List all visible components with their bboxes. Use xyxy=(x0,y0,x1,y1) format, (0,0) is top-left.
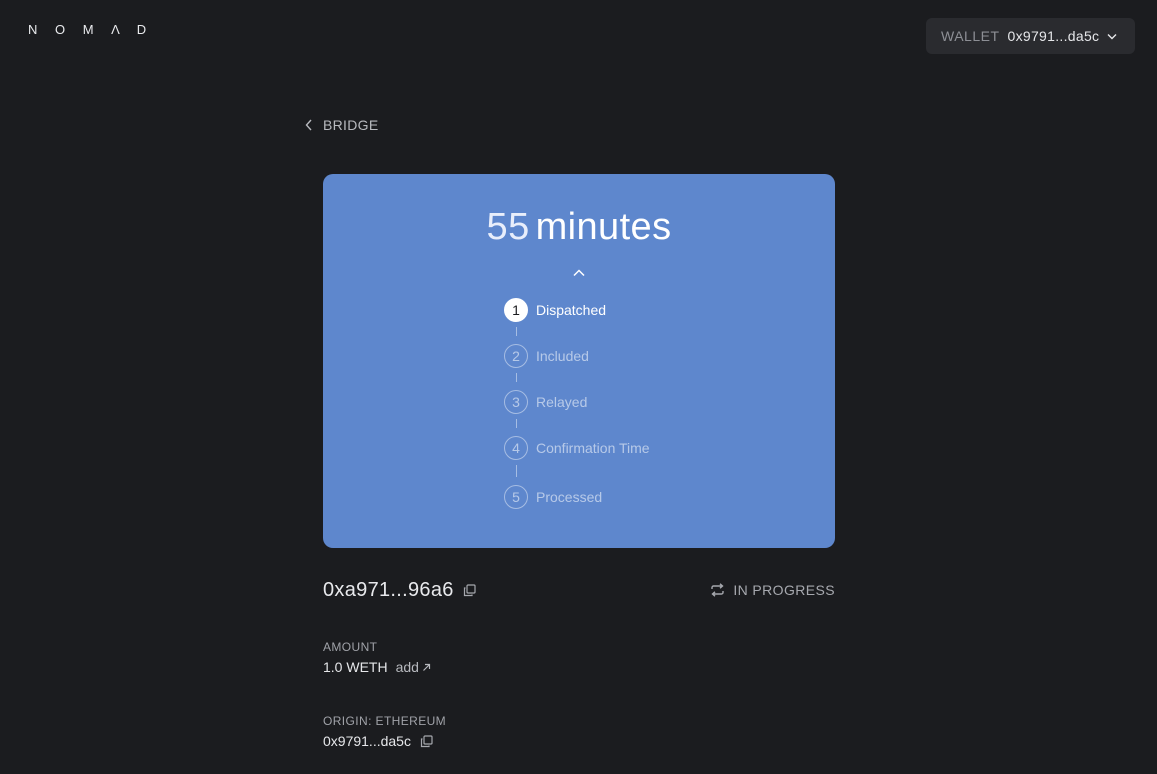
step-number: 3 xyxy=(504,390,528,414)
transaction-hash-text: 0xa971...96a6 xyxy=(323,578,454,601)
chevron-up-icon[interactable] xyxy=(571,266,587,280)
step-number: 4 xyxy=(504,436,528,460)
origin-row: 0x9791...da5c xyxy=(323,733,433,749)
step-relayed: 3 Relayed xyxy=(504,390,587,414)
step-connector xyxy=(516,465,517,477)
time-remaining: 55 minutes xyxy=(323,206,835,249)
copy-icon[interactable] xyxy=(463,583,476,597)
transaction-hash: 0xa971...96a6 xyxy=(323,579,476,602)
back-to-bridge-link[interactable]: BRIDGE xyxy=(305,115,378,135)
external-link-icon xyxy=(422,663,431,672)
time-unit: minutes xyxy=(535,206,672,248)
transaction-header: 0xa971...96a6 IN PROGRESS xyxy=(323,576,835,604)
wallet-address: 0x9791...da5c xyxy=(1007,28,1100,44)
step-label: Dispatched xyxy=(536,302,607,318)
add-token-link[interactable]: add xyxy=(396,659,431,675)
copy-icon[interactable] xyxy=(420,734,433,748)
step-label: Included xyxy=(536,348,589,364)
step-dispatched: 1 Dispatched xyxy=(504,298,606,322)
origin-address: 0x9791...da5c xyxy=(323,733,411,749)
step-connector xyxy=(516,327,517,336)
step-connector xyxy=(516,419,517,428)
sync-icon xyxy=(710,583,725,597)
back-label: BRIDGE xyxy=(323,117,379,133)
add-link-label: add xyxy=(395,659,419,675)
amount-row: 1.0 WETH add xyxy=(323,659,431,675)
step-number: 2 xyxy=(504,344,528,368)
wallet-label: WALLET xyxy=(941,28,1000,44)
step-processed: 5 Processed xyxy=(504,485,602,509)
chevron-down-icon xyxy=(1107,33,1117,40)
nomad-logo[interactable]: N O M Λ D xyxy=(28,22,153,37)
wallet-button[interactable]: WALLET 0x9791...da5c xyxy=(926,18,1135,54)
step-label: Confirmation Time xyxy=(536,440,650,456)
status-text: IN PROGRESS xyxy=(733,582,835,598)
step-confirmation-time: 4 Confirmation Time xyxy=(504,436,650,460)
origin-label: ORIGIN: ETHEREUM xyxy=(323,714,447,728)
amount-value: 1.0 WETH xyxy=(323,659,388,675)
status-badge: IN PROGRESS xyxy=(710,582,835,598)
chevron-left-icon xyxy=(305,118,319,132)
step-label: Processed xyxy=(536,489,603,505)
step-number: 1 xyxy=(504,298,528,322)
step-connector xyxy=(516,373,517,382)
time-value: 55 xyxy=(486,206,530,248)
step-number: 5 xyxy=(504,485,528,509)
step-label: Relayed xyxy=(536,394,588,410)
transfer-status-card: 55 minutes 1 Dispatched 2 Included 3 Rela… xyxy=(323,174,835,548)
step-included: 2 Included xyxy=(504,344,589,368)
amount-label: AMOUNT xyxy=(323,640,378,654)
